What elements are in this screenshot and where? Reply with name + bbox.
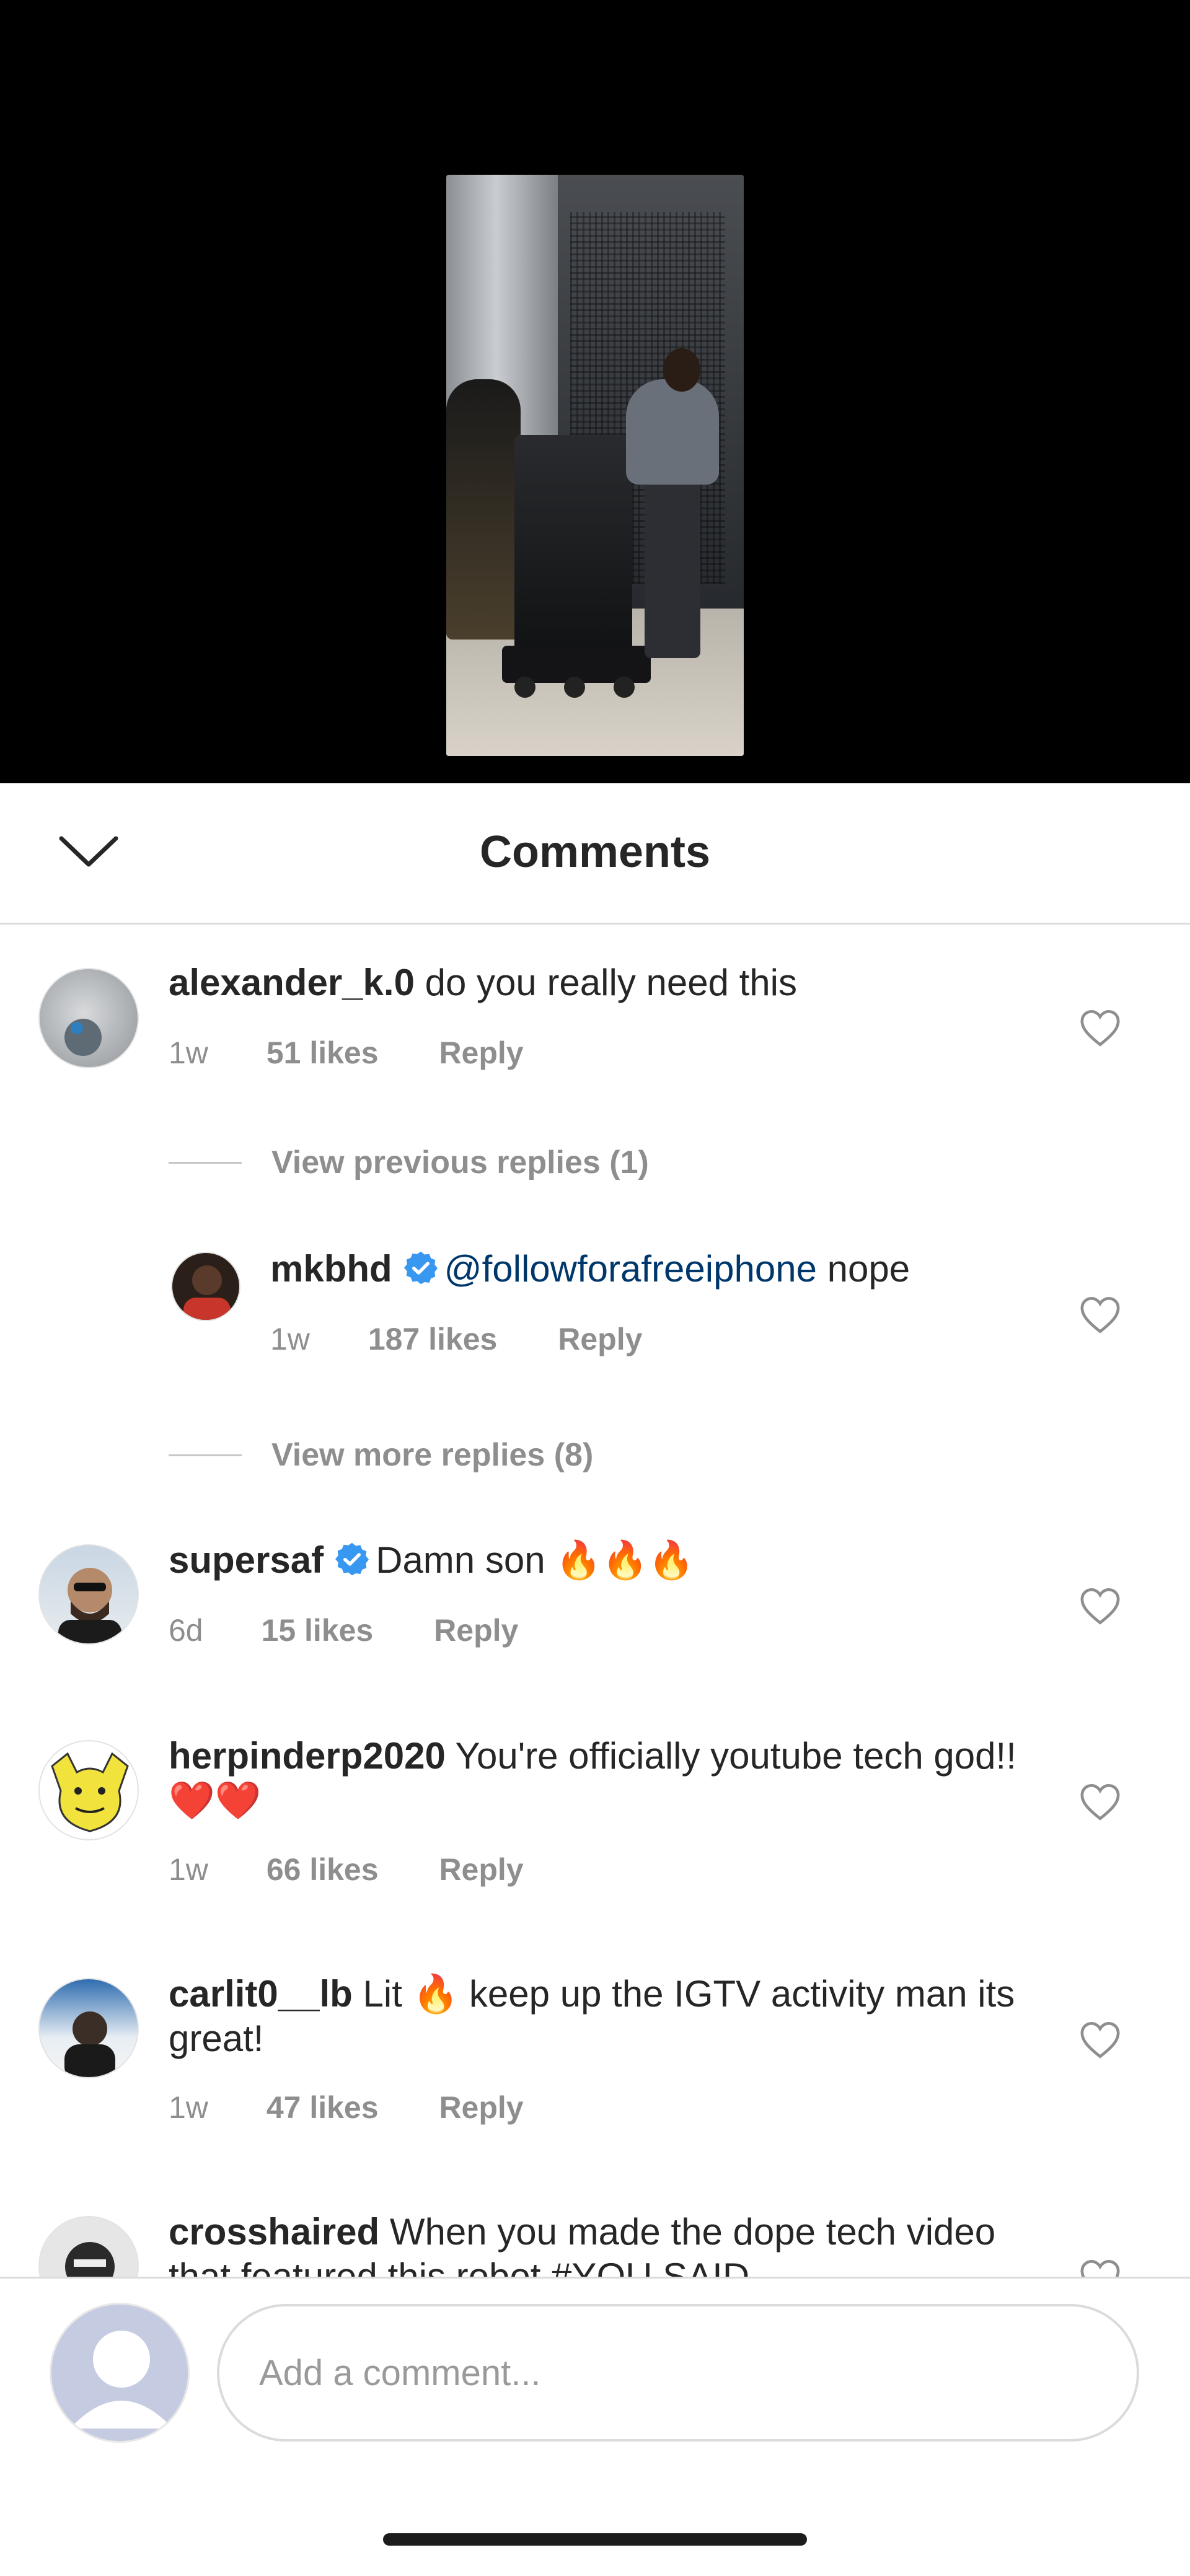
- avatar[interactable]: [171, 1252, 240, 1321]
- heart-icon[interactable]: [1078, 1585, 1122, 1626]
- comment-time: 1w: [270, 1322, 310, 1356]
- view-previous-replies-label: View previous replies (1): [271, 1145, 649, 1180]
- reply-button[interactable]: Reply: [434, 1613, 518, 1648]
- wheel: [564, 677, 585, 698]
- divider: [169, 1161, 242, 1164]
- divider: [169, 1454, 242, 1456]
- view-more-replies-label: View more replies (8): [271, 1437, 594, 1473]
- person-left: [446, 379, 521, 640]
- comment-time: 1w: [169, 1852, 208, 1887]
- wheel: [614, 677, 635, 698]
- reply-button[interactable]: Reply: [558, 1322, 642, 1356]
- avatar[interactable]: [38, 968, 139, 1068]
- heart-icon[interactable]: [1078, 1781, 1122, 1822]
- comment-text: do you really need this: [425, 962, 798, 1003]
- avatar[interactable]: [38, 1544, 139, 1645]
- person-right-head: [663, 348, 700, 392]
- comment-username[interactable]: alexander_k.0: [169, 962, 415, 1003]
- comment-username[interactable]: mkbhd: [270, 1248, 392, 1290]
- reply-button[interactable]: Reply: [439, 1035, 523, 1070]
- verified-badge-icon: [335, 1542, 369, 1576]
- avatar[interactable]: [38, 1978, 139, 2078]
- likes-count[interactable]: 66 likes: [267, 1852, 379, 1887]
- likes-count[interactable]: 47 likes: [267, 2090, 379, 2125]
- view-previous-replies-button[interactable]: View previous replies (1): [169, 1144, 649, 1181]
- comment-time: 6d: [169, 1613, 203, 1648]
- video-player[interactable]: [0, 0, 1190, 783]
- comment-input-placeholder: Add a comment...: [259, 2352, 541, 2393]
- heart-icon[interactable]: [1078, 1294, 1122, 1335]
- wrapped-object: [514, 435, 632, 652]
- heart-icon[interactable]: [1078, 1007, 1122, 1048]
- reply-button[interactable]: Reply: [439, 1852, 523, 1887]
- heart-icon[interactable]: [1078, 2019, 1122, 2060]
- comments-list[interactable]: alexander_k.0 do you really need this 1w…: [0, 925, 1190, 2277]
- verified-badge-icon: [403, 1251, 438, 1285]
- home-indicator[interactable]: [383, 2533, 807, 2546]
- heart-icon[interactable]: [1078, 2257, 1122, 2277]
- likes-count[interactable]: 187 likes: [368, 1322, 498, 1356]
- avatar[interactable]: [38, 1740, 139, 1840]
- comment-text: nope: [827, 1248, 910, 1290]
- likes-count[interactable]: 15 likes: [262, 1613, 374, 1648]
- likes-count[interactable]: 51 likes: [267, 1035, 379, 1070]
- person-right-body: [626, 379, 719, 485]
- video-thumbnail[interactable]: [446, 175, 744, 756]
- reply-button[interactable]: Reply: [439, 2090, 523, 2125]
- view-more-replies-button[interactable]: View more replies (8): [169, 1436, 593, 1474]
- comment-text: Damn son 🔥🔥🔥: [376, 1539, 695, 1581]
- page-title: Comments: [479, 827, 711, 877]
- default-profile-icon: [70, 2331, 173, 2429]
- person-right-legs: [645, 478, 700, 658]
- wheel: [514, 677, 536, 698]
- comment-username[interactable]: carlit0__lb: [169, 1973, 353, 2015]
- comment-time: 1w: [169, 1035, 208, 1070]
- comment-time: 1w: [169, 2090, 208, 2125]
- mention-link[interactable]: @followforafreeiphone: [444, 1248, 817, 1290]
- comment-username[interactable]: supersaf: [169, 1539, 324, 1581]
- avatar: [50, 2303, 190, 2443]
- avatar[interactable]: [38, 2216, 139, 2277]
- comment-username[interactable]: crosshaired: [169, 2211, 379, 2253]
- comment-input[interactable]: Add a comment...: [217, 2304, 1139, 2442]
- comment-username[interactable]: herpinderp2020: [169, 1735, 446, 1777]
